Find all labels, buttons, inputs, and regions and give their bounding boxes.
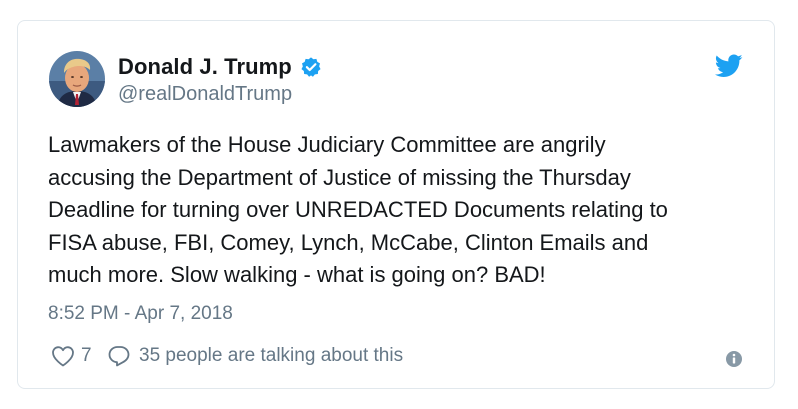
avatar[interactable]	[49, 51, 105, 107]
speech-bubble-icon	[108, 346, 130, 367]
tweet-text: Lawmakers of the House Judiciary Committ…	[48, 129, 748, 292]
tweet-footer: 7 35 people are talking about this	[18, 342, 774, 372]
tweet-text-line: much more. Slow walking - what is going …	[48, 262, 546, 287]
display-name[interactable]: Donald J. Trump	[118, 54, 292, 80]
like-count: 7	[81, 345, 92, 366]
profile-photo	[49, 51, 105, 107]
twitter-bird-icon[interactable]	[714, 54, 743, 78]
tweet-text-line: accusing the Department of Justice of mi…	[48, 164, 631, 190]
info-icon[interactable]	[725, 350, 743, 368]
tweet-text-line: Deadline for turning over UNREDACTED Doc…	[48, 197, 668, 222]
tweet-timestamp[interactable]: 8:52 PM - Apr 7, 2018	[48, 303, 233, 325]
talking-count: 35 people are talking about this	[139, 345, 404, 366]
tweet-text-line: Lawmakers of the House Judiciary Committ…	[48, 132, 606, 157]
author-row[interactable]: Donald J. Trump	[118, 54, 322, 80]
conversation-link[interactable]: 35 people are talking about this	[107, 345, 403, 367]
tweet-text-line: FISA abuse, FBI, Comey, Lynch, McCabe, C…	[48, 229, 649, 255]
like-button[interactable]: 7	[51, 345, 92, 367]
tweet-card[interactable]: Donald J. Trump @realDonaldTrump Lawmake…	[17, 20, 775, 389]
verified-badge-icon	[300, 56, 322, 78]
heart-icon	[52, 346, 74, 367]
user-handle[interactable]: @realDonaldTrump	[118, 83, 292, 106]
